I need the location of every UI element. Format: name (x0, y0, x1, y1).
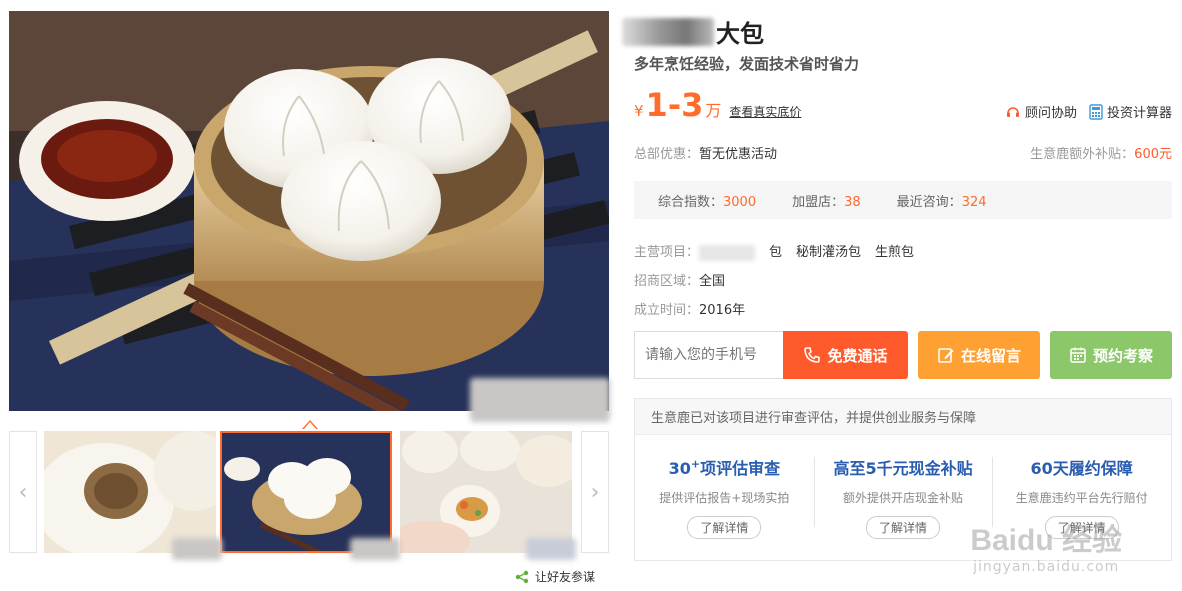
main-products-label: 主营项目： (634, 245, 700, 260)
extra-subsidy-value: 600元 (1134, 147, 1172, 162)
thumbnail-3[interactable] (400, 431, 572, 553)
assurance-panel: 生意鹿已对该项目进行审查评估，并提供创业服务与保障 30+项评估审查 提供评估报… (634, 398, 1172, 561)
title-masked-brand (622, 17, 714, 46)
review-count: 30 (668, 459, 691, 478)
phone-input[interactable] (634, 331, 784, 379)
advisor-label: 顾问协助 (1024, 106, 1077, 121)
assurance-review-desc: 提供评估报告+现场实拍 (659, 491, 790, 505)
steamer-photo (222, 433, 390, 551)
founded-label: 成立时间： (634, 303, 700, 318)
founded-value: 2016年 (699, 303, 746, 318)
main-product-3: 生煎包 (875, 245, 915, 260)
stat-consults-label: 最近咨询： (896, 194, 962, 210)
headset-icon (1006, 106, 1019, 117)
bun-cut-photo (44, 431, 216, 553)
price-currency: ¥ (634, 102, 644, 120)
region-value: 全国 (699, 274, 726, 289)
thumbnail-1[interactable] (44, 431, 216, 553)
assurance-subsidy: 高至5千元现金补贴 额外提供开店现金补贴 了解详情 (813, 435, 993, 561)
edit-icon (938, 348, 954, 363)
free-call-label: 免费通话 (827, 346, 888, 365)
review-plus: + (690, 457, 701, 471)
real-price-link[interactable]: 查看真实底价 (729, 103, 801, 120)
share-button[interactable]: 让好友参谋 (515, 568, 595, 585)
project-title: 大包 (622, 14, 764, 49)
hq-discount: 总部优惠：暂无优惠活动 (634, 143, 777, 162)
assurance-review-more[interactable]: 了解详情 (687, 516, 762, 539)
tool-links: 顾问协助 投资计算器 (1005, 102, 1172, 121)
thumb-watermark-blur-1 (172, 538, 222, 560)
thumb-prev-button[interactable]: ‹ (9, 431, 37, 553)
region-row: 招商区域： 全国 (634, 270, 725, 289)
thumb-pointer (302, 420, 318, 429)
calculator-icon (1089, 103, 1103, 120)
stat-consults: 最近咨询：324 (897, 191, 987, 210)
calculator-link[interactable]: 投资计算器 (1089, 102, 1172, 121)
main-product-masked (699, 244, 756, 261)
assurance-header: 生意鹿已对该项目进行审查评估，并提供创业服务与保障 (635, 399, 1171, 435)
calculator-label: 投资计算器 (1106, 106, 1172, 121)
stat-stores: 加盟店：38 (792, 191, 861, 210)
main-product-2: 秘制灌汤包 (796, 245, 862, 260)
project-subtitle: 多年烹饪经验，发面技术省时省力 (634, 55, 860, 73)
promo-row: 总部优惠：暂无优惠活动 生意鹿额外补贴：600元 (634, 143, 1172, 162)
price-value: 1-3 (645, 86, 704, 124)
online-message-button[interactable]: 在线留言 (918, 331, 1040, 379)
advisor-link[interactable]: 顾问协助 (1005, 102, 1077, 121)
book-visit-button[interactable]: 预约考察 (1050, 331, 1172, 379)
hq-discount-value: 暂无优惠活动 (699, 147, 778, 162)
phone-icon (804, 347, 821, 363)
stat-consults-value: 324 (961, 194, 987, 210)
main-product-photo (9, 11, 609, 411)
main-product-1: 包 (769, 245, 783, 260)
steamed-buns-illustration (9, 11, 609, 411)
assurance-guarantee: 60天履约保障 生意鹿违约平台先行赔付 了解详情 (992, 435, 1171, 561)
main-products-row: 主营项目： 包秘制灌汤包 生煎包 (634, 241, 928, 261)
stat-stores-value: 38 (844, 194, 861, 210)
stats-bar: 综合指数：3000 加盟店：38 最近咨询：324 (634, 181, 1172, 219)
hq-discount-label: 总部优惠： (634, 147, 700, 162)
price-unit: 万 (705, 101, 722, 120)
chevron-left-icon: ‹ (18, 479, 28, 505)
price-range: ¥ 1-3 万 查看真实底价 (634, 86, 801, 124)
assurance-subsidy-title: 高至5千元现金补贴 (833, 459, 973, 478)
book-visit-label: 预约考察 (1092, 346, 1153, 365)
founded-row: 成立时间： 2016年 (634, 299, 745, 318)
dumplings-photo (400, 431, 572, 553)
assurance-guarantee-title: 60天履约保障 (1030, 459, 1133, 478)
stat-index-value: 3000 (723, 194, 757, 210)
stat-index: 综合指数：3000 (658, 191, 756, 210)
share-icon (515, 570, 529, 583)
assurance-review-title: 30+项评估审查 (669, 455, 781, 479)
stat-index-label: 综合指数： (658, 194, 724, 210)
calendar-icon (1070, 347, 1086, 363)
extra-subsidy: 生意鹿额外补贴：600元 (1030, 143, 1172, 162)
watermark-blur (470, 378, 610, 422)
online-message-label: 在线留言 (960, 346, 1021, 365)
thumb-next-button[interactable]: › (581, 431, 609, 553)
chevron-right-icon: › (590, 479, 600, 505)
assurance-columns: 30+项评估审查 提供评估报告+现场实拍 了解详情 高至5千元现金补贴 额外提供… (635, 435, 1171, 561)
assurance-subsidy-more[interactable]: 了解详情 (866, 516, 941, 539)
assurance-guarantee-more[interactable]: 了解详情 (1044, 516, 1119, 539)
stat-stores-label: 加盟店： (792, 194, 845, 210)
free-call-button[interactable]: 免费通话 (783, 331, 908, 379)
thumbnail-strip: ‹ › (9, 429, 609, 557)
thumbnail-2[interactable] (220, 431, 392, 553)
thumb-watermark-blur-3 (526, 538, 576, 560)
watermark-line2: jingyan.baidu.com (973, 559, 1120, 575)
title-suffix: 大包 (716, 20, 764, 48)
assurance-guarantee-desc: 生意鹿违约平台先行赔付 (1015, 491, 1148, 505)
main-products-value: 包秘制灌汤包 生煎包 (699, 241, 928, 261)
thumb-watermark-blur-2 (350, 538, 400, 560)
review-title-text: 项评估审查 (700, 459, 781, 478)
region-label: 招商区域： (634, 274, 700, 289)
assurance-subsidy-desc: 额外提供开店现金补贴 (843, 491, 964, 505)
extra-subsidy-label: 生意鹿额外补贴： (1030, 147, 1135, 162)
share-label: 让好友参谋 (535, 570, 596, 584)
assurance-review: 30+项评估审查 提供评估报告+现场实拍 了解详情 (635, 435, 814, 561)
